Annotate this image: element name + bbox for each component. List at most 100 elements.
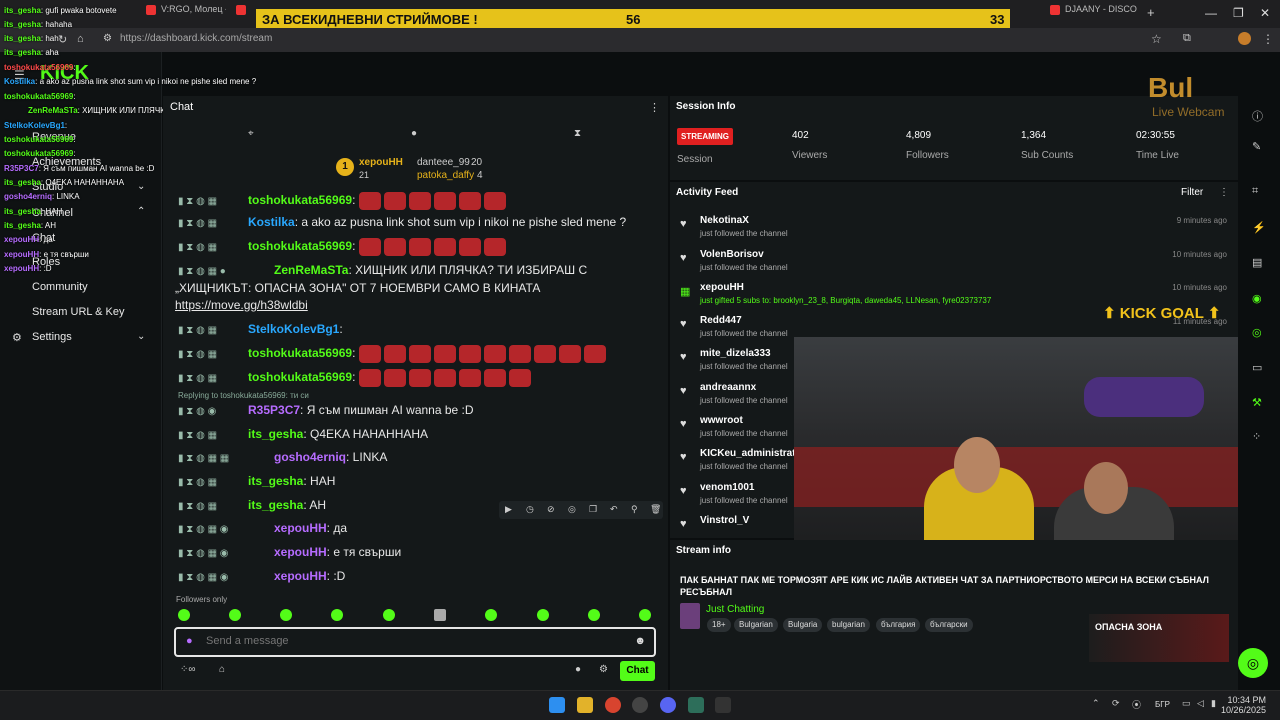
chat-bubble-icon[interactable]: ◉ [1252, 292, 1262, 305]
emote-icon[interactable] [588, 609, 600, 621]
category-link[interactable]: Just Chatting [706, 604, 764, 615]
chat-message[interactable]: ▮ ⧗ ◍ ▦ ◉ xepouHH: е тя свърши [178, 545, 401, 559]
new-tab-button[interactable]: + [1147, 5, 1155, 20]
activity-menu-icon[interactable]: ⋮ [1219, 187, 1229, 198]
app-icon[interactable] [688, 697, 704, 713]
apps-icon[interactable]: ⁘ [1252, 430, 1261, 443]
pin-icon[interactable]: ⚲ [631, 504, 638, 515]
chevron-down-icon[interactable]: ⌄ [137, 331, 145, 342]
activity-name[interactable]: venom1001 [700, 482, 754, 493]
microphone-icon[interactable]: ● [186, 635, 193, 647]
chevron-up-icon[interactable]: ⌃ [137, 206, 145, 217]
language-indicator[interactable]: БГР [1155, 700, 1170, 709]
terminal-icon[interactable] [715, 697, 731, 713]
chat-message[interactable]: ▮ ⧗ ◍ ▦ toshokukata56969: [178, 238, 509, 256]
browser-tab[interactable]: V:RGO, Молец - [146, 4, 226, 24]
tray-sync-icon[interactable]: ⟳ [1112, 698, 1120, 709]
discord-icon[interactable] [660, 697, 676, 713]
profile-avatar[interactable] [1238, 32, 1251, 45]
tag-chip[interactable]: 18+ [707, 618, 731, 632]
pin-icon[interactable]: ⌖ [248, 128, 254, 139]
activity-name[interactable]: andreaannx [700, 382, 756, 393]
chat-message[interactable]: ▮ ⧗ ◍ ▦ toshokukata56969: [178, 369, 534, 387]
play-icon[interactable]: ▶ [505, 504, 512, 515]
maximize-icon[interactable]: ❐ [1233, 6, 1244, 20]
broadcast-icon[interactable]: ◎ [1252, 326, 1262, 339]
delete-icon[interactable]: 🗑 [650, 504, 661, 515]
minimize-icon[interactable]: — [1205, 6, 1217, 20]
store-icon[interactable]: ⌂ [219, 664, 225, 675]
reload-icon[interactable]: ↻ [58, 33, 67, 46]
copy-icon[interactable]: ❐ [589, 504, 597, 515]
chevron-down-icon[interactable]: ⌄ [137, 181, 145, 192]
chat-message[interactable]: ▮ ⧗ ◍ ▦ StelkoKolevBg1: [178, 322, 343, 336]
activity-name[interactable]: KICKeu_administrator [700, 448, 806, 459]
chat-message[interactable]: ▮ ⧗ ◍ ▦ its_gesha: HAH [178, 474, 335, 488]
chat-message-input[interactable] [206, 635, 606, 647]
activity-name[interactable]: Redd447 [700, 315, 742, 326]
close-window-icon[interactable]: ✕ [1260, 6, 1270, 20]
emote-icon[interactable] [178, 609, 190, 621]
chat-message[interactable]: ▮ ⧗ ◍ ▦ ◉ xepouHH: :D [178, 569, 345, 583]
layers-icon[interactable]: ▭ [1252, 361, 1262, 374]
file-explorer-icon[interactable] [577, 697, 593, 713]
activity-name[interactable]: NekotinaX [700, 215, 749, 226]
edit-icon[interactable]: ✎ [1252, 140, 1261, 153]
tag-chip[interactable]: Bulgaria [783, 618, 823, 632]
chat-message[interactable]: ▮ ⧗ ◍ ▦ its_gesha: AH [178, 498, 326, 512]
bookmark-star-icon[interactable]: ☆ [1151, 32, 1162, 46]
site-info-icon[interactable]: ⚙ [103, 33, 112, 44]
chat-message[interactable]: ▮ ⧗ ◍ ▦ toshokukata56969: [178, 345, 609, 363]
volume-icon[interactable]: ◁ [1197, 698, 1204, 709]
crop-icon[interactable]: ⌗ [1252, 185, 1258, 198]
url-text[interactable]: https://dashboard.kick.com/stream [120, 33, 272, 44]
chat-message[interactable]: ▮ ⧗ ◍ ▦ ● ZenReMaSTa: ХИЩНИК ИЛИ ПЛЯЧКА? … [178, 263, 587, 277]
wrench-icon[interactable]: ⚒ [1252, 396, 1262, 409]
activity-filter-button[interactable]: Filter [1181, 187, 1203, 198]
chat-message[interactable]: ▮ ⧗ ◍ ◉ R35P3C7: Я съм пишман AI wanna be… [178, 403, 474, 417]
document-icon[interactable]: ▤ [1252, 256, 1262, 269]
tray-chevron-icon[interactable]: ⌃ [1092, 698, 1100, 709]
extensions-icon[interactable]: ⧉ [1183, 32, 1191, 45]
chat-message[interactable]: ▮ ⧗ ◍ ▦ Kostilka: a ako az pusna link sho… [178, 215, 626, 229]
emote-icon[interactable] [383, 609, 395, 621]
emote-icon[interactable] [639, 609, 651, 621]
mute-icon[interactable]: ⊘ [547, 504, 555, 515]
emoji-icon[interactable]: ☻ [634, 635, 646, 647]
chat-message[interactable]: ▮ ⧗ ◍ ▦ its_gesha: Q4EKA НАНАНHАНА [178, 427, 428, 441]
activity-name[interactable]: wwwroot [700, 415, 743, 426]
browser-tab[interactable]: DJAANY - DISCO✕ [1050, 4, 1140, 24]
chat-settings-icon[interactable]: ⚙ [599, 664, 608, 675]
clock-icon[interactable]: ◷ [526, 504, 534, 515]
activity-name[interactable]: mite_dizela333 [700, 348, 771, 359]
tag-chip[interactable]: български [925, 618, 973, 632]
tag-chip[interactable]: българия [876, 618, 921, 632]
emote-icon[interactable] [537, 609, 549, 621]
sidebar-item-stream-url-key[interactable]: Stream URL & Key [32, 306, 125, 318]
microphone-icon[interactable]: ⦿ [1132, 698, 1141, 711]
send-chat-button[interactable]: Chat [620, 661, 655, 681]
windows-start-icon[interactable] [549, 697, 565, 713]
chat-icon[interactable]: ◎ [568, 504, 576, 515]
home-icon[interactable]: ⌂ [77, 33, 84, 45]
category-thumbnail[interactable] [680, 603, 700, 629]
emote-icon[interactable] [229, 609, 241, 621]
lightning-icon[interactable]: ⚡ [1252, 221, 1266, 234]
network-icon[interactable]: ▭ [1182, 698, 1191, 709]
emote-icon[interactable] [485, 609, 497, 621]
chat-bubble-icon[interactable]: ● [575, 664, 581, 675]
sidebar-item-community[interactable]: Community [32, 281, 88, 293]
battery-icon[interactable]: ▮ [1211, 698, 1216, 709]
chat-message[interactable]: ▮ ⧗ ◍ ▦ toshokukata56969: [178, 192, 509, 210]
browser-tab[interactable] [236, 4, 256, 24]
reply-icon[interactable]: ↶ [610, 504, 618, 515]
points-icon[interactable]: ⁘∞ [180, 664, 196, 675]
emote-icon[interactable] [434, 609, 446, 621]
activity-name[interactable]: xepouHH [700, 282, 744, 293]
info-icon[interactable]: ⓘ [1252, 108, 1263, 124]
activity-name[interactable]: VolenBorisov [700, 249, 764, 260]
chat-message[interactable]: ▮ ⧗ ◍ ▦ ◉ xepouHH: да [178, 521, 347, 535]
system-clock[interactable]: 10:34 PM 10/26/2025 [1221, 695, 1266, 715]
chat-message[interactable]: ▮ ⧗ ◍ ▦ ▦ gosho4erniq: LINKA [178, 450, 387, 464]
chat-bubble-icon[interactable]: ● [411, 128, 417, 139]
